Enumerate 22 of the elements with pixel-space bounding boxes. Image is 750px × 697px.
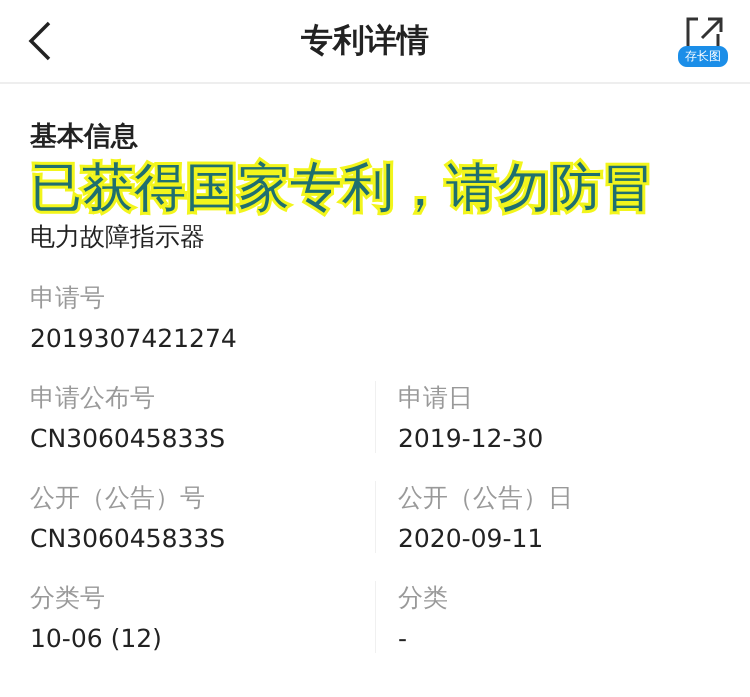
field-label: 申请日 xyxy=(398,382,474,414)
field-value: 10-06 (12) xyxy=(30,624,163,653)
field-value: CN306045833S xyxy=(30,524,226,553)
field-value: - xyxy=(398,624,408,653)
field-value: 2019-12-30 xyxy=(398,424,544,453)
back-icon xyxy=(28,21,52,61)
save-long-image-label: 存长图 xyxy=(678,46,728,66)
field-label: 公开（公告）号 xyxy=(30,482,206,514)
field-label: 申请号 xyxy=(30,282,106,314)
field-label: 公开（公告）日 xyxy=(398,482,574,514)
field-label: 分类号 xyxy=(30,582,106,614)
patent-name: 电力故障指示器 xyxy=(30,221,206,253)
field-value: CN306045833S xyxy=(30,424,226,453)
save-long-image-button[interactable]: 存长图 xyxy=(678,16,728,66)
page-title: 专利详情 xyxy=(301,20,429,61)
field-value: 2020-09-11 xyxy=(398,524,544,553)
banner-text: 已获得国家专利，请勿防冒 xyxy=(30,158,655,218)
field-value: 2019307421274 xyxy=(30,324,238,353)
field-label: 分类 xyxy=(398,582,449,614)
back-button[interactable] xyxy=(28,21,52,61)
field-label: 申请公布号 xyxy=(30,382,156,414)
section-title: 基本信息 xyxy=(30,120,139,154)
